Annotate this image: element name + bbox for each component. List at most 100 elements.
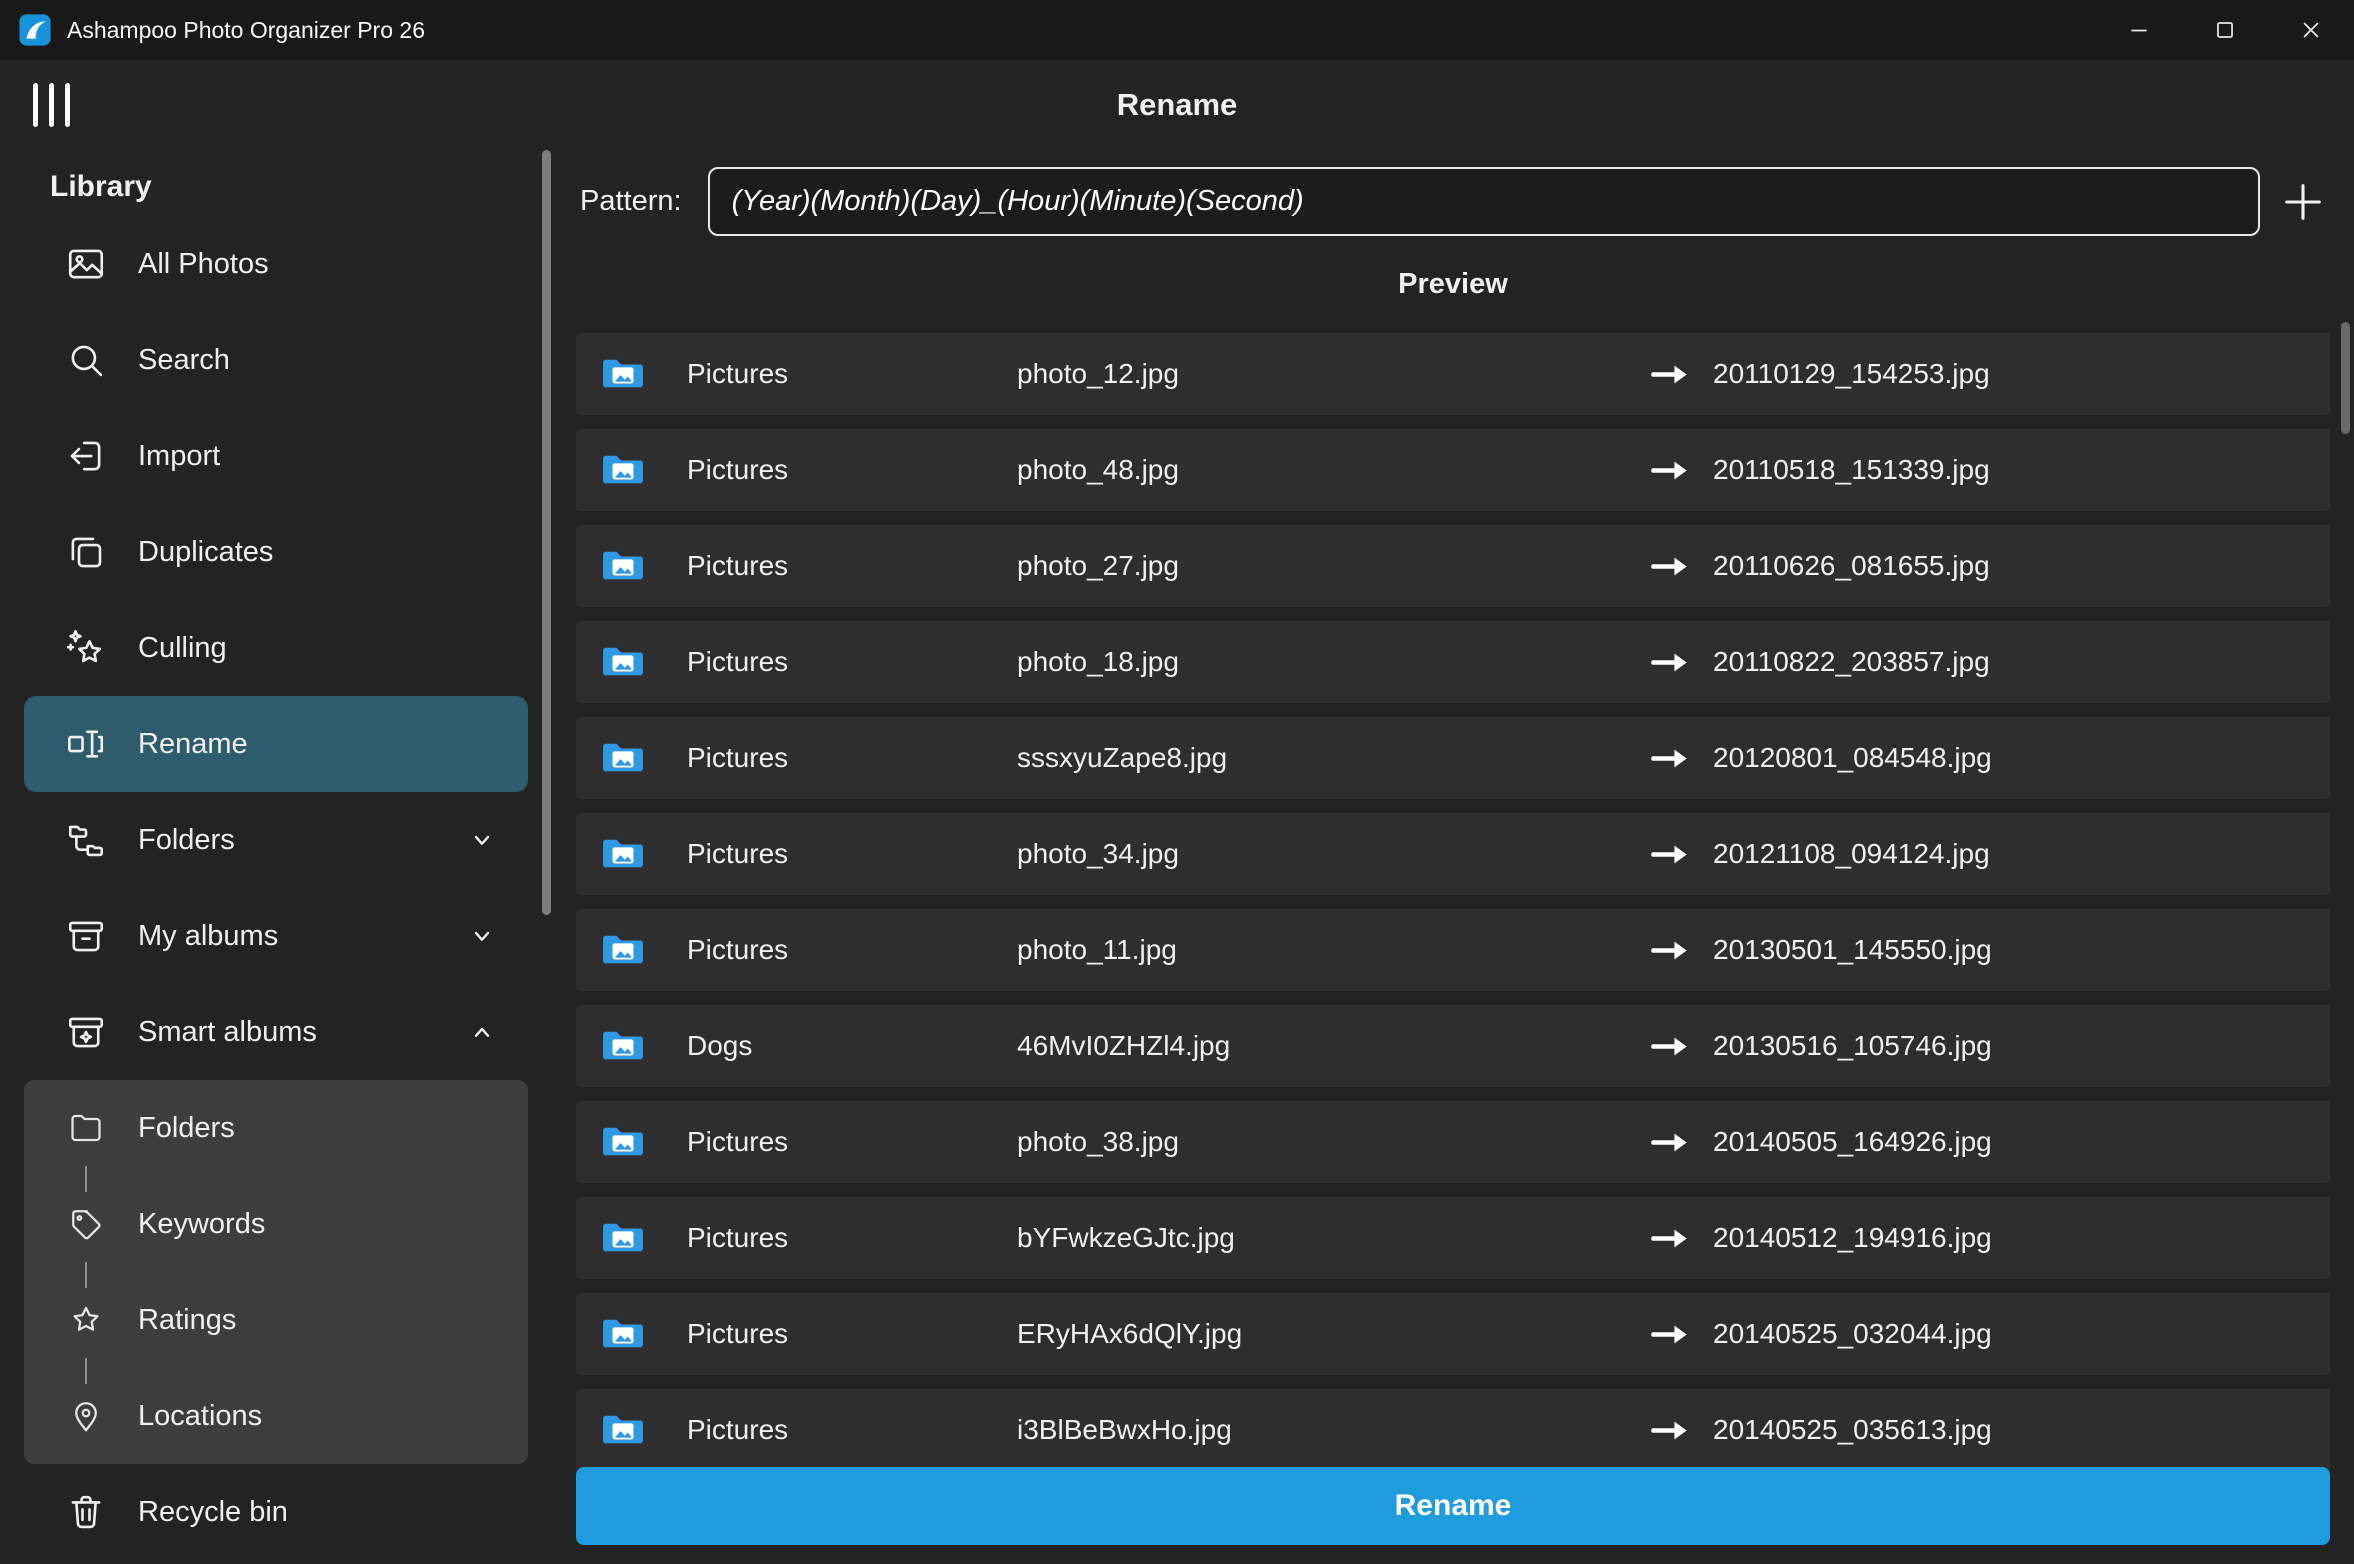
preview-row[interactable]: Pictures photo_48.jpg 20110518_151339.jp…: [576, 429, 2330, 511]
row-folder-name: Pictures: [687, 550, 1017, 582]
sidebar-item-label: Import: [138, 440, 220, 473]
sidebar-item-recycle-bin[interactable]: Recycle bin: [24, 1464, 528, 1560]
sidebar-item-label: Folders: [138, 824, 235, 857]
sidebar: Library All Photos: [0, 150, 552, 1564]
menu-bar-icon: [49, 83, 54, 127]
row-original-name: photo_27.jpg: [1017, 550, 1650, 582]
preview-row[interactable]: Pictures i3BlBeBwxHo.jpg 20140525_035613…: [576, 1389, 2330, 1471]
folder-image-icon: [600, 547, 687, 585]
row-new-name: 20110129_154253.jpg: [1713, 358, 2330, 390]
arrow-right-icon: [1650, 1033, 1713, 1060]
row-original-name: photo_11.jpg: [1017, 934, 1650, 966]
arrow-right-icon: [1650, 553, 1713, 580]
row-new-name: 20140512_194916.jpg: [1713, 1222, 2330, 1254]
preview-row[interactable]: Dogs 46MvI0ZHZl4.jpg 20130516_105746.jpg: [576, 1005, 2330, 1087]
sidebar-item-culling[interactable]: Culling: [24, 600, 528, 696]
folder-tree-icon: [64, 818, 108, 862]
preview-row[interactable]: Pictures photo_27.jpg 20110626_081655.jp…: [576, 525, 2330, 607]
star-icon: [64, 1298, 108, 1342]
smart-album-item-label: Locations: [138, 1400, 262, 1433]
row-original-name: photo_18.jpg: [1017, 646, 1650, 678]
maximize-button[interactable]: [2182, 0, 2268, 60]
maximize-icon: [2212, 17, 2238, 43]
sidebar-item-label: Recycle bin: [138, 1496, 288, 1529]
smart-album-item-label: Keywords: [138, 1208, 265, 1241]
smart-album-item-label: Ratings: [138, 1304, 236, 1337]
title-bar: Ashampoo Photo Organizer Pro 26: [0, 0, 2354, 60]
smart-albums-icon: [64, 1010, 108, 1054]
row-folder-name: Pictures: [687, 454, 1017, 486]
preview-row[interactable]: Pictures photo_34.jpg 20121108_094124.jp…: [576, 813, 2330, 895]
albums-icon: [64, 914, 108, 958]
folder-image-icon: [600, 451, 687, 489]
row-folder-name: Dogs: [687, 1030, 1017, 1062]
row-original-name: i3BlBeBwxHo.jpg: [1017, 1414, 1650, 1446]
arrow-right-icon: [1650, 1417, 1713, 1444]
folder-image-icon: [600, 739, 687, 777]
app-window: Ashampoo Photo Organizer Pro 26: [0, 0, 2354, 1564]
chevron-down-icon: [464, 918, 500, 954]
preview-row[interactable]: Pictures sssxyuZape8.jpg 20120801_084548…: [576, 717, 2330, 799]
preview-row[interactable]: Pictures photo_11.jpg 20130501_145550.jp…: [576, 909, 2330, 991]
folder-image-icon: [600, 355, 687, 393]
duplicates-icon: [64, 530, 108, 574]
close-button[interactable]: [2268, 0, 2354, 60]
search-icon: [64, 338, 108, 382]
photos-icon: [64, 242, 108, 286]
page-title: Rename: [0, 87, 2354, 123]
library-section-title: Library: [0, 158, 552, 216]
import-icon: [64, 434, 108, 478]
rename-button[interactable]: Rename: [576, 1467, 2330, 1545]
row-folder-name: Pictures: [687, 838, 1017, 870]
sidebar-item-label: All Photos: [138, 248, 269, 281]
preview-scrollbar-thumb[interactable]: [2341, 322, 2350, 434]
row-original-name: photo_34.jpg: [1017, 838, 1650, 870]
sidebar-item-label: Duplicates: [138, 536, 273, 569]
row-new-name: 20110822_203857.jpg: [1713, 646, 2330, 678]
folder-image-icon: [600, 1123, 687, 1161]
row-original-name: sssxyuZape8.jpg: [1017, 742, 1650, 774]
preview-row[interactable]: Pictures photo_12.jpg 20110129_154253.jp…: [576, 333, 2330, 415]
folder-image-icon: [600, 835, 687, 873]
row-new-name: 20140525_035613.jpg: [1713, 1414, 2330, 1446]
sidebar-scrollbar-thumb[interactable]: [542, 150, 551, 915]
sidebar-item-duplicates[interactable]: Duplicates: [24, 504, 528, 600]
pattern-input[interactable]: [708, 167, 2260, 236]
arrow-right-icon: [1650, 361, 1713, 388]
row-original-name: bYFwkzeGJtc.jpg: [1017, 1222, 1650, 1254]
sidebar-item-import[interactable]: Import: [24, 408, 528, 504]
sidebar-item-all-photos[interactable]: All Photos: [24, 216, 528, 312]
smart-album-item-locations[interactable]: Locations: [24, 1368, 528, 1464]
row-folder-name: Pictures: [687, 934, 1017, 966]
folder-image-icon: [600, 1027, 687, 1065]
preview-row[interactable]: Pictures photo_18.jpg 20110822_203857.jp…: [576, 621, 2330, 703]
smart-album-item-label: Folders: [138, 1112, 235, 1145]
trash-icon: [64, 1490, 108, 1534]
sidebar-item-my-albums[interactable]: My albums: [24, 888, 528, 984]
arrow-right-icon: [1650, 457, 1713, 484]
smart-album-item-folders[interactable]: Folders: [24, 1080, 528, 1176]
smart-album-item-ratings[interactable]: Ratings: [24, 1272, 528, 1368]
sidebar-item-smart-albums[interactable]: Smart albums: [24, 984, 528, 1080]
app-logo-icon: [18, 13, 52, 47]
arrow-right-icon: [1650, 1321, 1713, 1348]
row-folder-name: Pictures: [687, 1318, 1017, 1350]
sidebar-item-search[interactable]: Search: [24, 312, 528, 408]
smart-album-item-keywords[interactable]: Keywords: [24, 1176, 528, 1272]
preview-list: Pictures photo_12.jpg 20110129_154253.jp…: [576, 333, 2330, 1471]
page-header: Rename: [0, 60, 2354, 150]
row-folder-name: Pictures: [687, 358, 1017, 390]
minimize-button[interactable]: [2096, 0, 2182, 60]
preview-row[interactable]: Pictures ERyHAx6dQlY.jpg 20140525_032044…: [576, 1293, 2330, 1375]
arrow-right-icon: [1650, 1225, 1713, 1252]
add-pattern-button[interactable]: [2276, 175, 2330, 229]
preview-row[interactable]: Pictures photo_38.jpg 20140505_164926.jp…: [576, 1101, 2330, 1183]
sidebar-item-folders[interactable]: Folders: [24, 792, 528, 888]
sidebar-toggle-button[interactable]: [33, 83, 70, 127]
menu-bar-icon: [33, 83, 38, 127]
preview-row[interactable]: Pictures bYFwkzeGJtc.jpg 20140512_194916…: [576, 1197, 2330, 1279]
minimize-icon: [2126, 17, 2152, 43]
row-folder-name: Pictures: [687, 1126, 1017, 1158]
sidebar-item-rename[interactable]: Rename: [24, 696, 528, 792]
sidebar-item-label: My albums: [138, 920, 278, 953]
